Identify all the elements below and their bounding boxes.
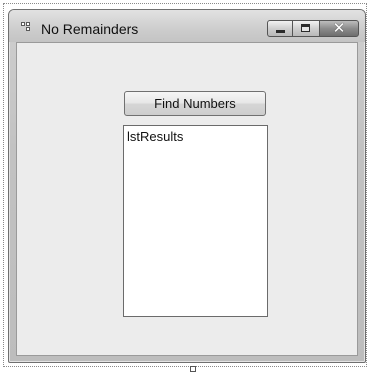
title-bar[interactable]: No Remainders ✕ — [9, 10, 365, 42]
caption-buttons: ✕ — [267, 19, 359, 37]
find-numbers-button[interactable]: Find Numbers — [124, 91, 266, 116]
designer-surface: No Remainders ✕ Find Numbers lstResults — [0, 0, 372, 373]
close-button[interactable]: ✕ — [319, 19, 359, 37]
close-icon: ✕ — [332, 19, 346, 37]
form-resize-handle[interactable] — [190, 366, 196, 372]
maximize-icon — [301, 24, 310, 32]
listbox-name-label: lstResults — [127, 129, 184, 144]
form-window: No Remainders ✕ Find Numbers lstResults — [8, 9, 366, 363]
minimize-button[interactable] — [267, 20, 293, 37]
minimize-icon — [276, 30, 285, 33]
window-title: No Remainders — [41, 21, 139, 37]
results-listbox[interactable]: lstResults — [123, 125, 268, 317]
form-client-area: Find Numbers lstResults — [16, 42, 358, 356]
maximize-button[interactable] — [293, 20, 319, 37]
form-icon — [21, 22, 34, 32]
